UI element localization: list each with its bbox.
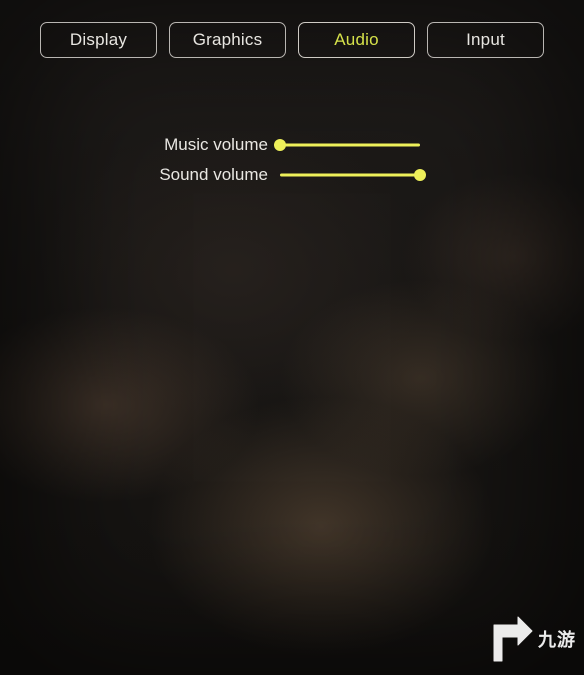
- sound-volume-thumb[interactable]: [414, 169, 426, 181]
- tab-display[interactable]: Display: [40, 22, 157, 58]
- music-volume-slider[interactable]: [280, 138, 420, 152]
- tab-graphics[interactable]: Graphics: [169, 22, 286, 58]
- sound-volume-track: [280, 174, 420, 177]
- tab-display-label: Display: [70, 30, 127, 50]
- vignette-overlay: [0, 0, 584, 675]
- watermark-logo-icon: [488, 615, 534, 663]
- music-volume-row: Music volume: [0, 130, 584, 160]
- music-volume-label: Music volume: [0, 135, 280, 155]
- sound-volume-slider[interactable]: [280, 168, 420, 182]
- music-volume-track: [280, 144, 420, 147]
- tab-graphics-label: Graphics: [193, 30, 263, 50]
- tab-input-label: Input: [466, 30, 505, 50]
- settings-tab-bar: Display Graphics Audio Input: [40, 22, 544, 58]
- tab-audio-label: Audio: [334, 30, 378, 50]
- tab-input[interactable]: Input: [427, 22, 544, 58]
- watermark-text: 九游: [538, 626, 576, 652]
- sound-volume-row: Sound volume: [0, 160, 584, 190]
- music-volume-thumb[interactable]: [274, 139, 286, 151]
- tab-audio[interactable]: Audio: [298, 22, 415, 58]
- audio-settings-panel: Music volume Sound volume: [0, 130, 584, 190]
- sound-volume-label: Sound volume: [0, 165, 280, 185]
- watermark: 九游: [488, 615, 576, 663]
